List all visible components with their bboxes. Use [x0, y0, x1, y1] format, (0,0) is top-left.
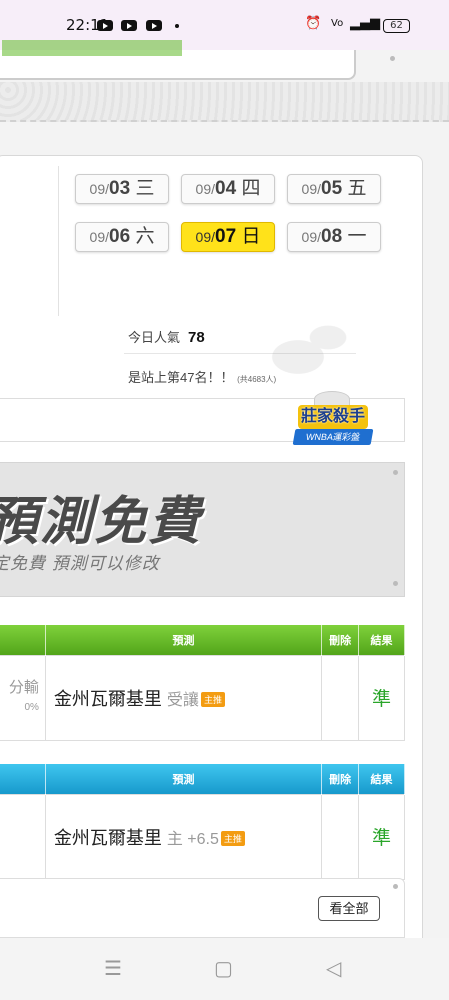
android-nav-bar: ☰ ▢ ◁ [0, 938, 449, 1000]
signal-icon: ▂▄▆ [350, 16, 380, 31]
top-banner-box [0, 40, 356, 80]
alarm-icon: ⏰ [305, 16, 322, 31]
header-delete: 刪除 [321, 764, 360, 794]
date-tab-07[interactable]: 09/07 日 [181, 222, 275, 252]
youtube-icon [146, 20, 162, 31]
banner-title: 預測免費 [0, 493, 203, 551]
decor-dot [390, 56, 395, 61]
decor-dot [393, 884, 398, 889]
table-row: 分輸 0% 金州瓦爾基里 受讓 主推 準 [0, 654, 405, 741]
youtube-icon [121, 20, 137, 31]
more-notifications-icon [175, 24, 179, 28]
result-cell: 準 [358, 654, 405, 741]
lost-cell: 分輸 0% [0, 654, 46, 741]
header-result: 結果 [358, 625, 405, 655]
popularity-today: 今日人氣 78 [128, 327, 205, 346]
home-icon[interactable]: ▢ [214, 956, 233, 981]
badge-subtitle: WNBA運彩盤 [292, 429, 374, 445]
battery-icon: 62 [383, 19, 410, 33]
badge-title: 莊家殺手 [298, 405, 368, 429]
youtube-icon [97, 20, 113, 31]
date-tab-08[interactable]: 09/08 一 [287, 222, 381, 252]
back-icon[interactable]: ◁ [326, 956, 341, 981]
rank-total: (共4683人) [237, 375, 277, 384]
main-pick-tag: 主推 [220, 831, 245, 847]
menu-icon[interactable]: ☰ [104, 956, 122, 981]
lace-divider [0, 82, 449, 122]
date-tab-05[interactable]: 09/05 五 [287, 174, 381, 204]
prediction-table-1: 預測 刪除 結果 分輸 0% 金州瓦爾基里 受讓 主推 準 [0, 625, 405, 741]
blank-cell [0, 793, 46, 880]
header-delete: 刪除 [321, 625, 360, 655]
date-tab-04[interactable]: 09/04 四 [181, 174, 275, 204]
popularity-value: 78 [188, 329, 205, 346]
banker-killer-badge[interactable]: 莊家殺手 WNBA運彩盤 [292, 387, 374, 455]
view-all-button[interactable]: 看全部 [318, 896, 380, 921]
delete-cell[interactable] [321, 654, 360, 741]
table-row: 金州瓦爾基里 主 +6.5 主推 準 [0, 793, 405, 880]
result-cell: 準 [358, 793, 405, 880]
table-header-blank [0, 625, 46, 655]
pick-type: 受讓 [166, 691, 199, 709]
pick-team: 金州瓦爾基里 [53, 827, 162, 848]
pick-cell: 金州瓦爾基里 主 +6.5 主推 [44, 793, 323, 880]
pick-team: 金州瓦爾基里 [53, 688, 162, 709]
rank-text: 是站上第47名！！ [128, 370, 234, 385]
header-predict: 預測 [45, 625, 323, 655]
pick-type: 主 +6.5 [166, 830, 219, 848]
decor-dot [393, 470, 398, 475]
decor-dot [393, 581, 398, 586]
popularity-rank: 是站上第47名！！ (共4683人) [128, 367, 276, 386]
popularity-label: 今日人氣 [128, 330, 181, 345]
delete-cell[interactable] [321, 793, 360, 880]
prediction-table-2: 預測 刪除 結果 金州瓦爾基里 主 +6.5 主推 準 [0, 764, 405, 880]
date-tab-06[interactable]: 09/06 六 [75, 222, 169, 252]
header-result: 結果 [358, 764, 405, 794]
banner-subtitle: 定免費 預測可以修改 [0, 554, 160, 573]
main-pick-tag: 主推 [200, 692, 225, 708]
table-header-blank [0, 764, 46, 794]
divider [58, 166, 59, 316]
pick-cell: 金州瓦爾基里 受讓 主推 [44, 654, 323, 741]
free-prediction-banner: 預測免費 定免費 預測可以修改 [0, 462, 405, 597]
volte-icon: Vo [331, 18, 344, 29]
header-predict: 預測 [45, 764, 323, 794]
date-tab-03[interactable]: 09/03 三 [75, 174, 169, 204]
